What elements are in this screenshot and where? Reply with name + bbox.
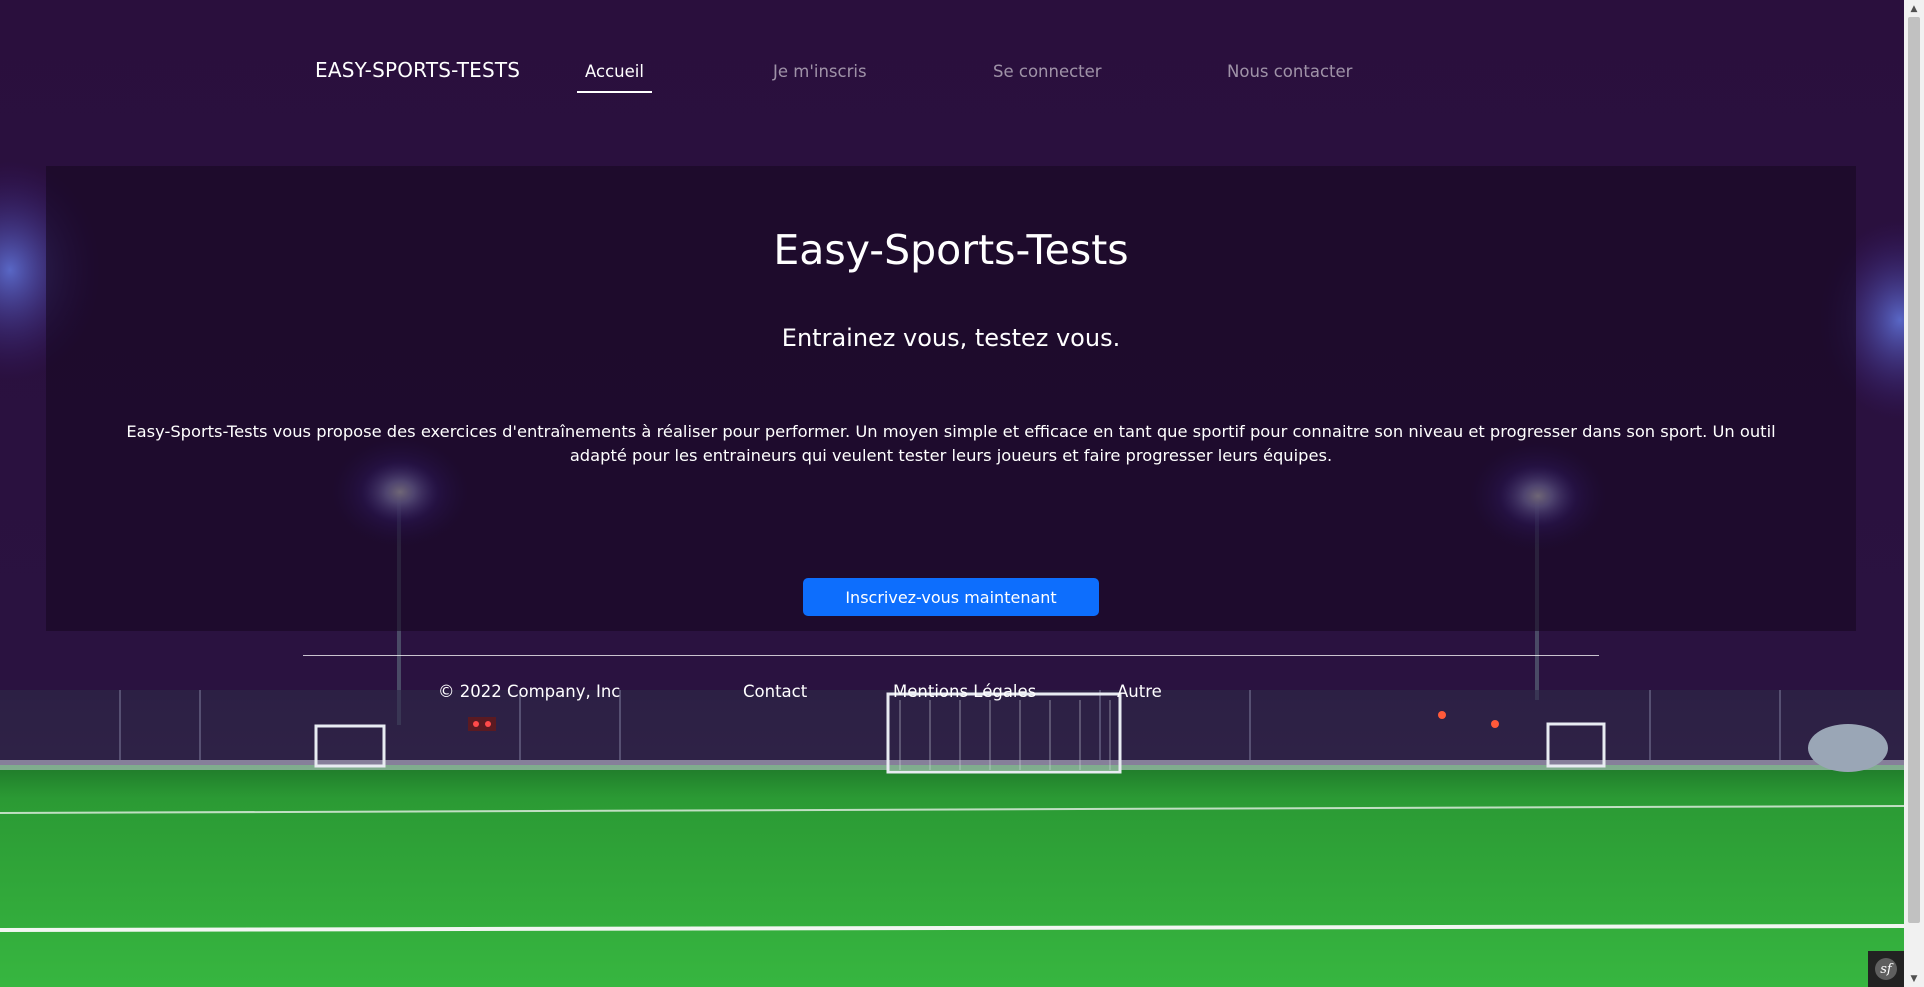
vertical-scrollbar[interactable]: ▲ ▼ (1904, 0, 1924, 987)
footer-copyright: © 2022 Company, Inc (438, 682, 621, 701)
nav-link-inscription[interactable]: Je m'inscris (765, 62, 875, 91)
nav-link-accueil[interactable]: Accueil (577, 62, 652, 93)
hero-description: Easy-Sports-Tests vous propose des exerc… (126, 422, 1776, 465)
footer-divider (303, 655, 1599, 656)
footer-link-mentions-legales[interactable]: Mentions Légales (893, 682, 1036, 701)
hero-title: Easy-Sports-Tests (773, 226, 1129, 274)
signup-now-button[interactable]: Inscrivez-vous maintenant (803, 578, 1099, 616)
hero-subtitle: Entrainez vous, testez vous. (781, 324, 1121, 352)
nav-link-connexion[interactable]: Se connecter (985, 62, 1110, 91)
symfony-toolbar-toggle[interactable]: sf (1868, 951, 1904, 987)
hero-section: Easy-Sports-Tests Entrainez vous, testez… (46, 166, 1856, 631)
nav-link-contact[interactable]: Nous contacter (1219, 62, 1360, 91)
navbar: EASY-SPORTS-TESTS Accueil Je m'inscris S… (0, 0, 1904, 150)
brand-logo-text[interactable]: EASY-SPORTS-TESTS (315, 58, 520, 82)
footer-link-contact[interactable]: Contact (743, 682, 807, 701)
scrollbar-thumb[interactable] (1908, 17, 1920, 923)
symfony-icon: sf (1875, 958, 1897, 980)
scroll-down-arrow-icon[interactable]: ▼ (1904, 970, 1924, 987)
footer-link-autre[interactable]: Autre (1117, 682, 1162, 701)
scroll-up-arrow-icon[interactable]: ▲ (1904, 0, 1924, 17)
page: EASY-SPORTS-TESTS Accueil Je m'inscris S… (0, 0, 1924, 987)
